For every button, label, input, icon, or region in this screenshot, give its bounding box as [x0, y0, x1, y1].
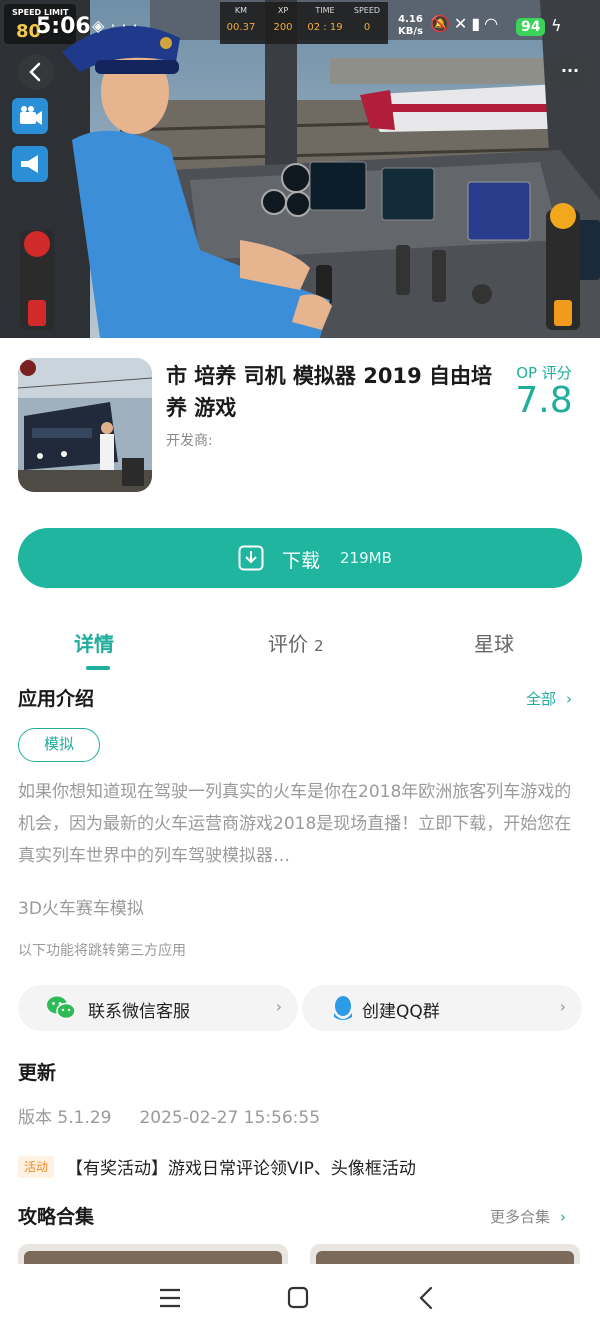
guides-more-link[interactable]: 更多合集 › [490, 1206, 566, 1227]
more-options-button[interactable]: ··· [552, 56, 588, 90]
update-date: 2025-02-27 15:56:55 [139, 1108, 321, 1128]
qq-icon [334, 996, 352, 1020]
guides-title: 攻略合集 [18, 1206, 95, 1228]
status-left-icons: ◈··· [92, 16, 144, 35]
chevron-right-icon: › [559, 997, 566, 1016]
download-button[interactable]: 下载 219MB [18, 528, 582, 588]
tab-reviews-count: 2 [314, 637, 324, 655]
back-button[interactable] [18, 54, 54, 90]
horn-button [12, 146, 48, 182]
tab-reviews[interactable]: 评价 2 [268, 628, 324, 657]
download-label: 下载 [282, 550, 321, 572]
sim-off-icon: ✕ [453, 14, 472, 33]
intro-all-label: 全部 [526, 690, 557, 708]
intro-text: 如果你想知道现在驾驶一列真实的火车是你在2018年欧洲旅客列车游戏的机会，因为最… [18, 782, 572, 866]
chevron-right-icon: › [275, 997, 282, 1016]
menu-icon[interactable] [150, 1280, 190, 1316]
wechat-status-icon: ◈ [92, 16, 111, 35]
qq-group-label: 创建QQ群 [362, 1002, 440, 1022]
wechat-icon [47, 996, 76, 1020]
tab-indicator [86, 666, 110, 670]
intro-tagline: 3D火车赛车模拟 [18, 899, 144, 919]
app-title: 市 培养 司机 模拟器 2019 自由培养 游戏 [166, 364, 493, 420]
camera-button [12, 98, 48, 134]
signal-icon: ▮ [471, 14, 485, 33]
tab-reviews-label: 评价 [268, 632, 308, 656]
horn-icon [21, 155, 38, 173]
download-size: 219MB [340, 549, 392, 567]
tab-details-label: 详情 [74, 632, 114, 656]
wechat-support-label: 联系微信客服 [88, 1002, 190, 1022]
guides-more-label: 更多合集 [490, 1208, 551, 1226]
network-speed-value: 4.16 [398, 14, 423, 25]
activity-text: 【有奖活动】游戏日常评论领VIP、头像框活动 [66, 1159, 416, 1179]
download-icon [238, 545, 264, 571]
status-bar: 5:06 ◈··· 4.16 KB/s 🔕✕▮◠ 94 ϟ [0, 0, 600, 56]
chevron-left-icon [29, 62, 41, 82]
tab-planet[interactable]: 星球 [474, 628, 514, 657]
qq-group-button[interactable]: 创建QQ群 › [302, 985, 582, 1031]
mute-icon: 🔕 [430, 14, 454, 33]
rating-value: 7.8 [515, 380, 573, 421]
developer-label: 开发商: [166, 433, 213, 449]
update-title: 更新 [18, 1062, 57, 1084]
charging-icon: ϟ [551, 16, 562, 35]
tab-planet-label: 星球 [474, 632, 514, 656]
wifi-icon: ◠ [484, 14, 503, 33]
version-number: 版本 5.1.29 [18, 1108, 112, 1128]
category-tag[interactable]: 模拟 [18, 728, 100, 762]
home-icon[interactable] [278, 1280, 318, 1316]
chevron-right-icon: › [566, 690, 573, 708]
network-speed-unit: KB/s [398, 26, 423, 37]
network-speed: 4.16 KB/s [398, 14, 423, 38]
third-party-note: 以下功能将跳转第三方应用 [18, 943, 186, 959]
system-nav-bar [0, 1264, 600, 1333]
battery-level: 94 [516, 18, 546, 36]
app-icon [18, 358, 152, 492]
wechat-support-button[interactable]: 联系微信客服 › [18, 985, 298, 1031]
back-icon[interactable] [406, 1280, 446, 1316]
status-right-icons: 🔕✕▮◠ [430, 14, 502, 33]
version-row: 版本 5.1.29 2025-02-27 15:56:55 [18, 1103, 320, 1128]
intro-title: 应用介绍 [18, 688, 95, 710]
camera-icon [20, 106, 42, 125]
intro-all-link[interactable]: 全部 › [526, 688, 572, 709]
app-icon-image [18, 358, 152, 492]
activity-badge: 活动 [18, 1156, 54, 1178]
tab-details[interactable]: 详情 [74, 628, 114, 657]
status-time: 5:06 [36, 14, 91, 39]
chevron-right-icon: › [560, 1208, 567, 1226]
more-dots-icon: ··· [110, 16, 144, 35]
